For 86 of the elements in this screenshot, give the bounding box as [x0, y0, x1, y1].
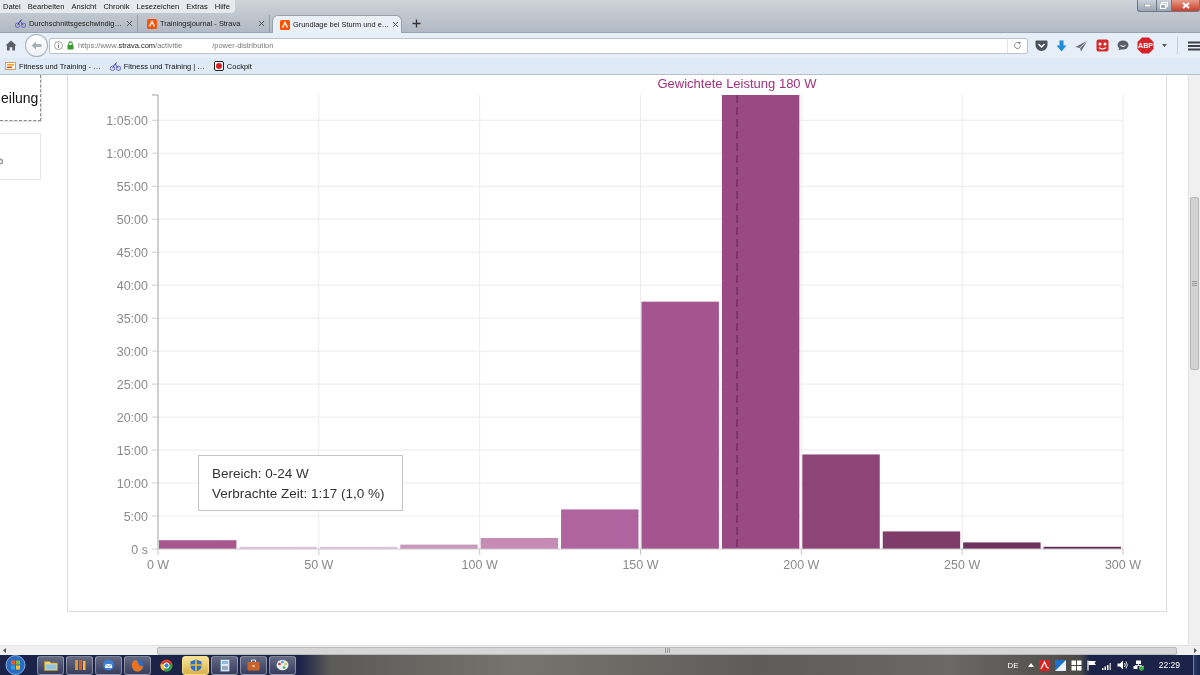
left-arrow-icon[interactable] — [3, 648, 6, 653]
strava-logo-icon — [280, 19, 290, 30]
close-icon[interactable] — [392, 21, 400, 28]
y-axis-label: 55:00 — [116, 179, 148, 194]
y-axis-label: 40:00 — [116, 278, 148, 293]
news-logo-icon — [5, 62, 16, 70]
minimize-icon — [1143, 4, 1151, 7]
bicycle-icon — [109, 61, 121, 71]
language-indicator[interactable]: DE — [1007, 660, 1019, 670]
close-icon[interactable] — [126, 20, 133, 27]
back-arrow-icon — [30, 41, 42, 50]
diagonal-tile-icon[interactable] — [1054, 659, 1066, 671]
paint-palette-icon — [276, 659, 289, 671]
y-axis-label: 20:00 — [116, 410, 148, 425]
y-axis-label: 15:00 — [116, 443, 148, 458]
y-axis-label: 0 s — [131, 542, 148, 557]
y-axis-label: 45:00 — [116, 245, 148, 260]
x-axis-label: 200 W — [783, 558, 820, 572]
folder-icon — [43, 659, 58, 671]
caret-icon[interactable] — [1162, 44, 1167, 47]
signal-bars-icon[interactable] — [1101, 660, 1112, 670]
scrollbar-thumb[interactable] — [1190, 197, 1199, 370]
y-axis-label: 35:00 — [116, 311, 148, 326]
fox-globe-icon — [131, 658, 144, 672]
histogram-bar[interactable] — [1043, 546, 1121, 549]
menu-icon[interactable] — [1188, 40, 1200, 51]
shield-icon — [189, 658, 202, 672]
bicycle-icon — [15, 19, 26, 28]
briefcase-icon — [247, 659, 260, 671]
up-arrow-icon[interactable] — [1027, 663, 1034, 667]
y-axis-label: 50:00 — [116, 212, 148, 227]
ring-icon — [160, 658, 173, 672]
histogram-bar[interactable] — [721, 95, 800, 549]
tooltip-text: Bereich: 0-24 W — [212, 465, 310, 481]
close-icon — [1181, 2, 1190, 9]
home-icon[interactable] — [5, 40, 17, 51]
x-axis-label: 300 W — [1104, 558, 1142, 572]
x-axis-label: 250 W — [944, 558, 981, 572]
speaker-icon[interactable] — [1116, 660, 1128, 670]
grip-icon — [664, 648, 670, 653]
x-axis-label: 100 W — [461, 558, 498, 572]
flag-icon[interactable] — [1086, 659, 1097, 671]
dot-tile-icon — [213, 61, 224, 71]
start-orb-icon — [4, 655, 26, 675]
chevron-shield-icon[interactable] — [1035, 39, 1048, 52]
scrollbar-thumb[interactable] — [157, 646, 1177, 655]
horizontal-scrollbar[interactable] — [0, 645, 1200, 655]
grip-icon — [1192, 281, 1197, 286]
paper-plane-icon[interactable] — [1075, 39, 1088, 52]
taskbar-button[interactable] — [182, 655, 209, 675]
vertical-scrollbar[interactable] — [1188, 75, 1200, 645]
download-icon[interactable] — [1056, 39, 1067, 52]
network-icon[interactable] — [1132, 659, 1144, 671]
y-axis-label: 30:00 — [116, 344, 148, 359]
show-desktop-button[interactable] — [1193, 655, 1200, 675]
envelope-icon — [102, 659, 115, 671]
four-pane-icon[interactable] — [1070, 659, 1082, 671]
close-icon[interactable] — [258, 20, 265, 27]
menu-tab[interactable]: eilung — [0, 75, 41, 121]
minimize-button[interactable] — [1137, 0, 1156, 12]
x-axis-label: 150 W — [622, 558, 659, 572]
plus-icon[interactable] — [412, 18, 421, 28]
lock-icon — [66, 41, 74, 50]
y-axis-label: 1:00:00 — [106, 146, 148, 161]
y-axis-label: 10:00 — [116, 476, 148, 491]
reload-icon[interactable] — [1013, 41, 1022, 50]
calculator-icon — [219, 658, 230, 672]
x-axis-label: 50 W — [304, 558, 334, 572]
tooltip-text: Verbrachte Zeit: 1:17 (1,0 %) — [212, 485, 386, 501]
y-axis-label: 1:05:00 — [106, 113, 148, 128]
info-icon — [53, 41, 63, 50]
marker-label: Gewichtete Leistung 180 W — [657, 76, 817, 91]
histogram-bar[interactable] — [882, 531, 961, 549]
y-axis-label: 5:00 — [123, 509, 148, 524]
chat-bubble-icon[interactable] — [1117, 40, 1129, 51]
strava-logo-icon — [147, 18, 157, 29]
swoosh-icon[interactable] — [1038, 659, 1050, 671]
x-axis-label: 0 W — [146, 558, 170, 572]
books-icon — [73, 659, 86, 671]
right-arrow-icon[interactable] — [1194, 648, 1197, 653]
smiley-face-icon[interactable] — [1096, 39, 1109, 52]
restore-icon — [1160, 2, 1168, 9]
restore-button[interactable] — [1156, 0, 1172, 12]
clock-text[interactable]: 22:29 — [1158, 660, 1180, 670]
close-window-button[interactable] — [1172, 0, 1200, 12]
y-axis-label: 25:00 — [116, 377, 148, 392]
